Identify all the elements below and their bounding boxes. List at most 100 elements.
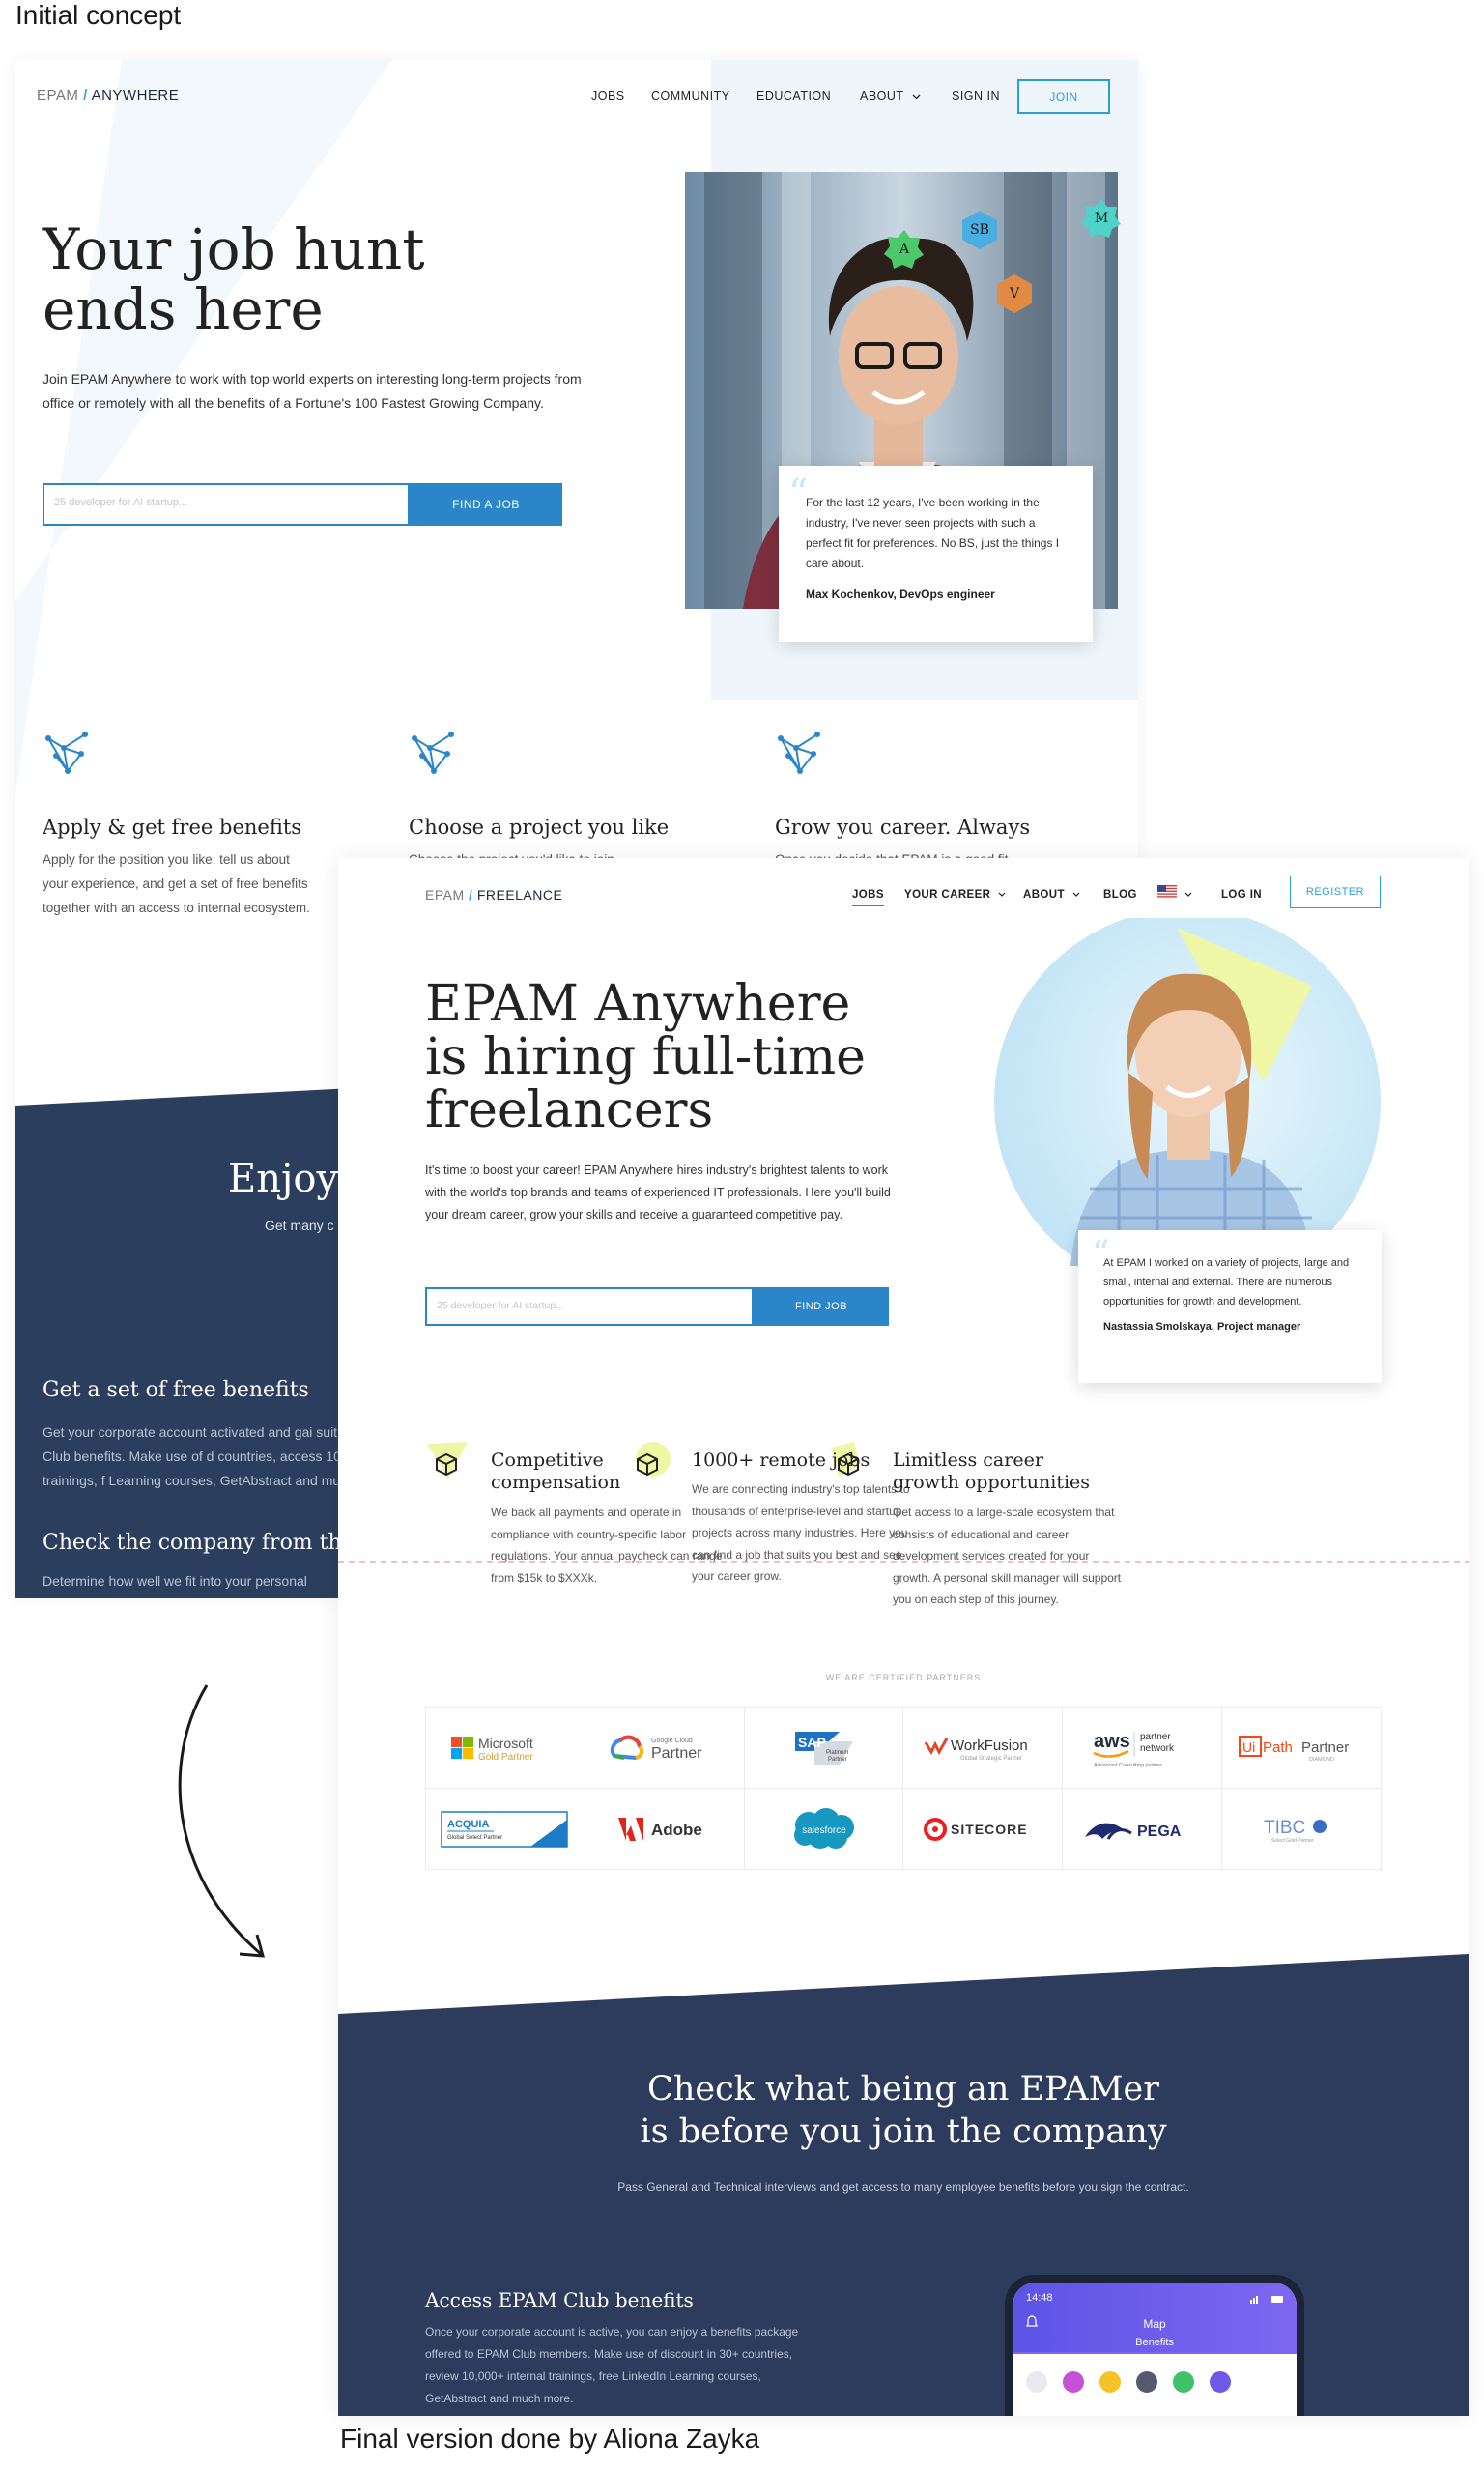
partner-tier: Global Select Partner [447, 1835, 502, 1841]
partner-tier: Select Gold Partner [1271, 1838, 1314, 1844]
partner-logo-sitecore[interactable]: SITECORE [903, 1789, 1064, 1870]
network-icon [778, 732, 820, 774]
caption-final-version: Final version done by Aliona Zayka [340, 2424, 760, 2454]
partner-name: PEGA [1137, 1824, 1182, 1840]
star-icon[interactable] [1136, 2371, 1157, 2393]
final-version-page: EPAM / FREELANCE JOBS YOUR CAREER ABOUT … [338, 858, 1469, 2416]
network-icon [45, 732, 88, 774]
logo[interactable]: EPAM / ANYWHERE [37, 87, 179, 103]
hero-illustration [994, 918, 1381, 1266]
feature-title: 1000+ remote jobs [692, 1450, 870, 1471]
category-icon[interactable] [1063, 2371, 1084, 2393]
logo[interactable]: EPAM / FREELANCE [425, 887, 562, 903]
testimonial-text: At EPAM I worked on a variety of project… [1103, 1257, 1350, 1307]
join-button[interactable]: JOIN [1017, 79, 1110, 114]
free-benefits-title: Get a set of free benefits [43, 1378, 309, 1402]
partner-logo-uipath[interactable]: Ui Path Partner DIAMOND [1222, 1708, 1382, 1789]
category-icon[interactable] [1210, 2371, 1231, 2393]
chevron-down-icon [912, 94, 921, 100]
partner-tier: Partner [651, 1745, 702, 1762]
partner-tier: DIAMOND [1309, 1757, 1334, 1763]
find-job-button[interactable]: FIND JOB [754, 1287, 889, 1326]
partner-tier: Platinum [826, 1750, 848, 1756]
partner-name: ACQUIA [447, 1819, 489, 1830]
category-icon[interactable] [1173, 2371, 1194, 2393]
partner-logo-sap[interactable]: SAP Platinum Partner [744, 1708, 904, 1789]
partner-name: Ui [1242, 1739, 1255, 1755]
language-selector[interactable] [1157, 885, 1192, 901]
feature-text: Apply for the position you like, tell us… [43, 852, 310, 915]
search-input[interactable]: 25 developer for AI startup... [425, 1287, 754, 1326]
partner-name: Adobe [651, 1821, 702, 1839]
signal-battery-icon [1250, 2296, 1283, 2304]
skill-badge-a: A [883, 228, 926, 271]
club-benefits-title: Access EPAM Club benefits [425, 2288, 694, 2312]
nav-about-label: ABOUT [860, 89, 904, 102]
skill-badge-m: M [1080, 197, 1123, 240]
caption-initial-concept: Initial concept [15, 0, 182, 30]
feature-title: Limitless career growth opportunities [893, 1450, 1091, 1493]
chevron-down-icon [1072, 892, 1079, 897]
feature-title: Apply & get free benefits [43, 816, 302, 839]
club-benefits-text: Once your corporate account is active, y… [425, 2325, 799, 2405]
nav-jobs[interactable]: JOBS [852, 889, 884, 906]
partner-logo-acquia[interactable]: ACQUIA Global Select Partner [426, 1789, 585, 1870]
partner-name: TIBC [1264, 1818, 1305, 1838]
phone-mockup: 14:48 Map Benefits [1005, 2275, 1304, 2416]
nav-about[interactable]: ABOUT [1023, 889, 1080, 901]
testimonial-author: Max Kochenkov, DevOps engineer [806, 588, 995, 601]
guide-line [338, 1561, 1469, 1563]
box-icon [427, 1442, 468, 1479]
phone-tab-benefits[interactable]: Benefits [1013, 2337, 1297, 2348]
skill-badge-sb: SB [958, 209, 1001, 251]
feature-text: We are connecting industry's top talents… [692, 1482, 910, 1583]
nav-community[interactable]: COMMUNITY [651, 89, 730, 102]
category-icon[interactable] [1026, 2371, 1047, 2393]
testimonial-author: Nastassia Smolskaya, Project manager [1103, 1321, 1301, 1333]
feature-text: We back all payments and operate in comp… [491, 1506, 723, 1585]
search-input[interactable]: 25 developer for AI startup... [43, 483, 410, 526]
partner-logo-workfusion[interactable]: WorkFusion Global Strategic Partner [903, 1708, 1064, 1789]
nav-your-career[interactable]: YOUR CAREER [904, 889, 1006, 901]
quote-icon: “ [788, 472, 809, 516]
svg-text:Path: Path [1263, 1739, 1293, 1756]
nav-education[interactable]: EDUCATION [756, 89, 831, 102]
phone-tab-map[interactable]: Map [1013, 2317, 1297, 2331]
find-job-button[interactable]: FIND A JOB [410, 483, 562, 526]
svg-text:network: network [1140, 1743, 1175, 1754]
nav-blog[interactable]: BLOG [1103, 889, 1137, 901]
partner-logo-pega[interactable]: PEGA [1063, 1789, 1223, 1870]
feature-title: Choose a project you like [409, 816, 670, 839]
us-flag-icon [1157, 885, 1177, 898]
partner-logo-google-cloud[interactable]: Google Cloud Partner [585, 1708, 745, 1789]
category-icon[interactable] [1099, 2371, 1121, 2393]
partner-tier: Advanced Consulting partner [1094, 1763, 1162, 1768]
partner-logo-microsoft[interactable]: Microsoft Gold Partner [426, 1708, 585, 1789]
partner-name: WorkFusion [951, 1738, 1028, 1754]
partner-logo-adobe[interactable]: Adobe [585, 1789, 745, 1870]
nav-your-career-label: YOUR CAREER [904, 889, 991, 901]
chevron-down-icon [1184, 892, 1192, 897]
testimonial-text: For the last 12 years, I've been working… [806, 496, 1060, 570]
enjoy-subtext: Get many c [265, 1218, 334, 1233]
partner-logo-salesforce[interactable]: salesforce [744, 1789, 904, 1870]
hero-title: Your job hunt ends here [43, 216, 425, 342]
partner-logo-aws[interactable]: aws partner network Advanced Consulting … [1063, 1708, 1223, 1789]
hero-lead: Join EPAM Anywhere to work with top worl… [43, 371, 582, 411]
register-button[interactable]: REGISTER [1290, 876, 1381, 908]
company-section-text: Pass General and Technical interviews an… [617, 2180, 1189, 2194]
partner-name: SITECORE [951, 1822, 1028, 1837]
nav-log-in[interactable]: LOG IN [1221, 889, 1262, 901]
feature-title: Competitive compensation [491, 1450, 621, 1493]
nav-about[interactable]: ABOUT [860, 89, 921, 102]
partner-logo-tibco[interactable]: TIBC Select Gold Partner [1222, 1789, 1382, 1870]
partners-label: WE ARE CERTIFIED PARTNERS [825, 1673, 982, 1682]
partner-tier: Global Strategic Partner [960, 1756, 1022, 1762]
partners-grid: Microsoft Gold Partner Google Cloud Part… [425, 1707, 1382, 1870]
nav-about-label: ABOUT [1023, 889, 1065, 901]
nav-jobs[interactable]: JOBS [591, 89, 625, 102]
hero-lead: It's time to boost your career! EPAM Any… [425, 1163, 891, 1221]
partner-name: SAP [798, 1735, 826, 1750]
svg-text:Partner: Partner [828, 1757, 847, 1763]
nav-sign-in[interactable]: SIGN IN [952, 89, 1000, 102]
